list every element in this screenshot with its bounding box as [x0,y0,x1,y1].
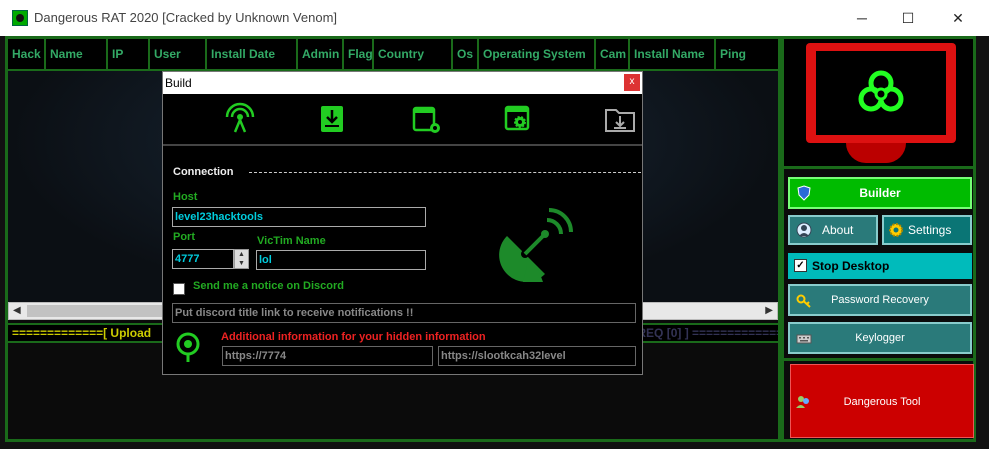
build-dialog-title[interactable]: Build x [163,72,642,94]
column-cam[interactable]: Cam [596,39,630,69]
additional-info-label: Additional information for your hidden i… [221,331,486,343]
build-dialog-title-text: Build [165,76,192,90]
url-input-2[interactable]: https://slootkcah32level [438,346,636,366]
window-title: Dangerous RAT 2020 [Cracked by Unknown V… [34,10,338,25]
column-operating-system[interactable]: Operating System [479,39,596,69]
column-install-date[interactable]: Install Date [207,39,298,69]
client-grid-header: Hack Name IP User Install Date Admin Fla… [8,39,778,71]
spin-up-icon[interactable]: ▲ [235,250,248,259]
monitor-logo [806,43,956,143]
install-icon[interactable] [315,102,349,136]
port-label: Port [173,231,195,243]
column-country[interactable]: Country [374,39,453,69]
connection-tab-content: Connection Host level23hacktools Port 47… [163,146,642,374]
assembly-icon[interactable] [409,102,443,136]
logo-area [784,39,973,169]
spin-down-icon[interactable]: ▼ [235,259,248,268]
column-user[interactable]: User [150,39,207,69]
column-os[interactable]: Os [453,39,479,69]
build-toolbar [163,94,642,144]
builder-button[interactable]: Builder [788,177,972,209]
host-label: Host [173,191,198,203]
build-folder-icon[interactable] [603,102,637,136]
scroll-left-icon[interactable]: ◀ [13,305,21,316]
discord-notice-label[interactable]: Send me a notice on Discord [193,280,344,292]
app-icon [12,10,28,26]
scroll-thumb[interactable] [27,305,177,317]
url-input-1[interactable]: https://7774 [222,346,433,366]
connection-section-label: Connection [173,166,234,178]
status-left: =============[ Upload [12,326,152,340]
sidebar-divider [784,358,973,361]
build-dialog-close-button[interactable]: x [624,74,640,91]
settings-icon[interactable] [501,102,535,136]
satellite-dish-icon [499,208,573,282]
shield-icon [797,185,811,201]
host-input[interactable]: level23hacktools [172,207,426,227]
title-bar[interactable]: Dangerous RAT 2020 [Cracked by Unknown V… [0,0,989,36]
column-ip[interactable]: IP [108,39,150,69]
main-window: Dangerous RAT 2020 [Cracked by Unknown V… [0,0,989,449]
monitor-screen [816,51,946,135]
about-label: About [822,223,854,237]
dangerous-tool-label: Dangerous Tool [843,396,921,408]
minimize-button[interactable]: ─ [839,0,885,36]
dangerous-tool-button[interactable]: Dangerous Tool [790,364,974,438]
settings-label: Settings [908,223,952,237]
biohazard-icon [858,70,904,112]
port-stepper[interactable]: ▲ ▼ [234,249,249,269]
about-button[interactable]: About [788,215,878,245]
settings-button[interactable]: Settings [882,215,972,245]
key-icon [796,294,811,308]
port-input[interactable]: 4777 [172,249,234,269]
users-icon [796,396,809,408]
column-flag[interactable]: Flag [344,39,374,69]
close-button[interactable]: ✕ [935,0,981,36]
column-admin[interactable]: Admin [298,39,344,69]
builder-label: Builder [859,186,901,200]
monitor-stand [846,143,906,163]
stop-desktop-checkbox[interactable]: ✓ [794,259,807,272]
keylogger-button[interactable]: Keylogger [788,322,972,354]
section-divider [249,172,641,173]
column-ping[interactable]: Ping [716,39,776,69]
stop-desktop-label: Stop Desktop [812,259,890,273]
maximize-button[interactable]: ☐ [885,0,931,36]
stop-desktop-toggle[interactable]: ✓ Stop Desktop [788,253,972,279]
column-install-name[interactable]: Install Name [630,39,716,69]
discord-notice-checkbox[interactable] [173,283,185,295]
victim-name-label: VicTim Name [257,235,326,247]
keyboard-icon [796,334,812,344]
column-hack[interactable]: Hack [8,39,46,69]
password-recovery-button[interactable]: Password Recovery [788,284,972,316]
keylogger-label: Keylogger [855,332,905,344]
discord-link-input[interactable]: Put discord title link to receive notifi… [172,303,636,323]
victim-name-input[interactable]: lol [256,250,426,270]
column-name[interactable]: Name [46,39,108,69]
build-dialog: Build x Connection Host level23hacktools… [162,71,643,375]
right-sidebar: Builder About Settings ✓ Stop Desktop Pa… [781,36,976,442]
location-pin-icon [176,332,200,362]
user-icon [796,222,812,238]
gear-icon [889,223,903,237]
scroll-right-icon[interactable]: ▶ [765,305,773,316]
connection-icon[interactable] [223,102,257,136]
password-recovery-label: Password Recovery [831,294,929,306]
